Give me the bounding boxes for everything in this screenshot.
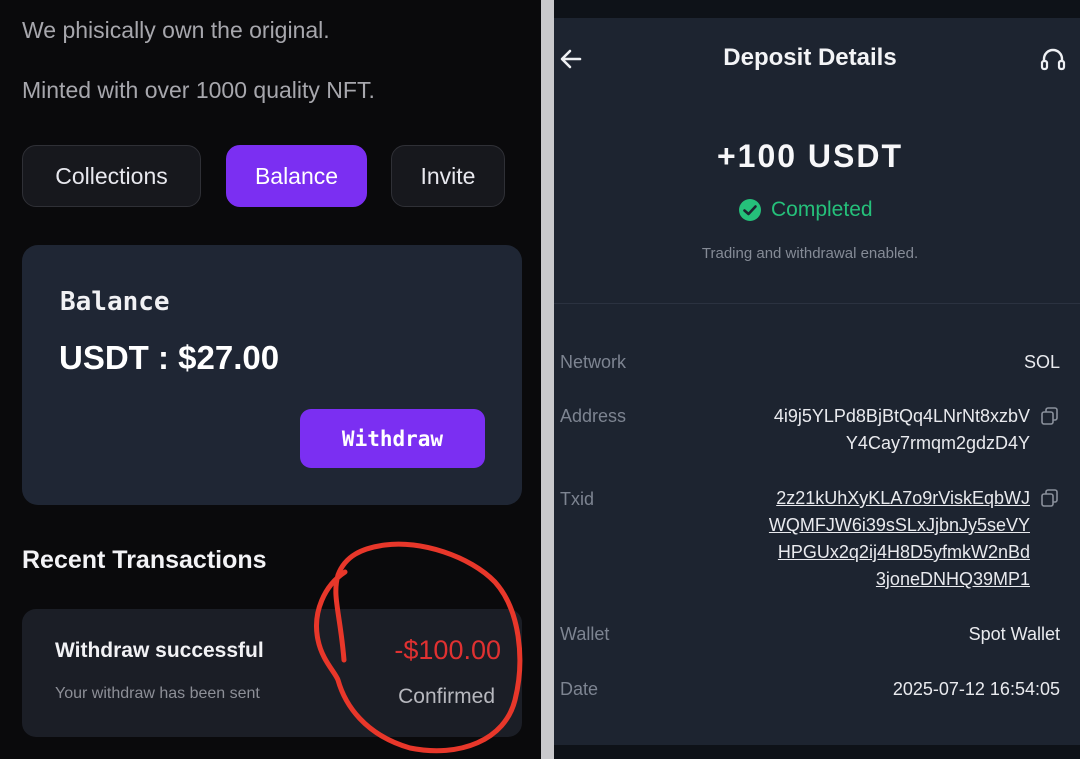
copy-icon[interactable] [1040,488,1060,508]
section-divider [554,303,1080,304]
recent-transactions-heading: Recent Transactions [22,546,267,574]
transaction-amount: -$100.00 [394,635,501,665]
deposit-status: Completed [738,198,873,222]
txid-line-1: 2z21kUhXyKLA7o9rViskEqbWJ [776,488,1030,508]
tab-collections[interactable]: Collections [22,145,201,207]
transaction-title: Withdraw successful [55,639,264,662]
network-value: SOL [1023,352,1060,372]
deposit-amount: +100 USDT [716,138,904,174]
image-divider [541,0,554,759]
transaction-status: Confirmed [398,685,495,708]
txid-line-2: WQMFJW6i39sSLxJjbnJy5seVY [768,515,1030,535]
balance-card: Balance USDT : $27.00 Withdraw [22,245,522,505]
top-strip [554,0,1080,18]
date-value: 2025-07-12 16:54:05 [892,679,1060,699]
balance-amount: USDT : $27.00 [59,339,280,376]
address-label: Address [560,406,627,426]
txid-value[interactable]: 2z21kUhXyKLA7o9rViskEqbWJ WQMFJW6i39sSLx… [769,485,1030,593]
network-label: Network [560,352,627,372]
txid-line-4: 3joneDNHQ39MP1 [875,569,1030,589]
txid-line-3: HPGUx2q2ij4H8D5yfmkW2nBd [777,542,1030,562]
check-circle-icon [739,199,761,221]
transaction-subtitle: Your withdraw has been sent [55,685,260,702]
address-line-1: 4i9j5YLPd8BjBtQq4LNrNt8xzbV [773,406,1030,426]
page-title: Deposit Details [723,44,897,71]
deposit-note: Trading and withdrawal enabled. [701,245,919,262]
transaction-list-item[interactable]: Withdraw successful Your withdraw has be… [22,609,522,737]
tab-balance[interactable]: Balance [226,145,367,207]
wallet-label: Wallet [560,624,610,644]
txid-label: Txid [560,489,595,509]
wallet-value: Spot Wallet [968,624,1060,644]
right-screenshot-panel: Deposit Details +100 USDT Completed Trad… [554,0,1080,759]
withdraw-button[interactable]: Withdraw [300,409,485,468]
tab-invite[interactable]: Invite [391,145,505,207]
bottom-strip [554,745,1080,759]
date-label: Date [560,679,599,699]
headset-icon[interactable] [1038,45,1068,75]
balance-title: Balance [60,287,170,317]
deposit-status-label: Completed [771,198,873,221]
intro-text-line-2: Minted with over 1000 quality NFT. [22,77,375,103]
left-screenshot-panel: We phisically own the original. Minted w… [0,0,541,759]
copy-icon[interactable] [1040,406,1060,426]
address-value[interactable]: 4i9j5YLPd8BjBtQq4LNrNt8xzbV Y4Cay7rmqm2g… [774,403,1030,457]
intro-text-line-1: We phisically own the original. [22,17,330,43]
address-line-2: Y4Cay7rmqm2gdzD4Y [845,433,1030,453]
